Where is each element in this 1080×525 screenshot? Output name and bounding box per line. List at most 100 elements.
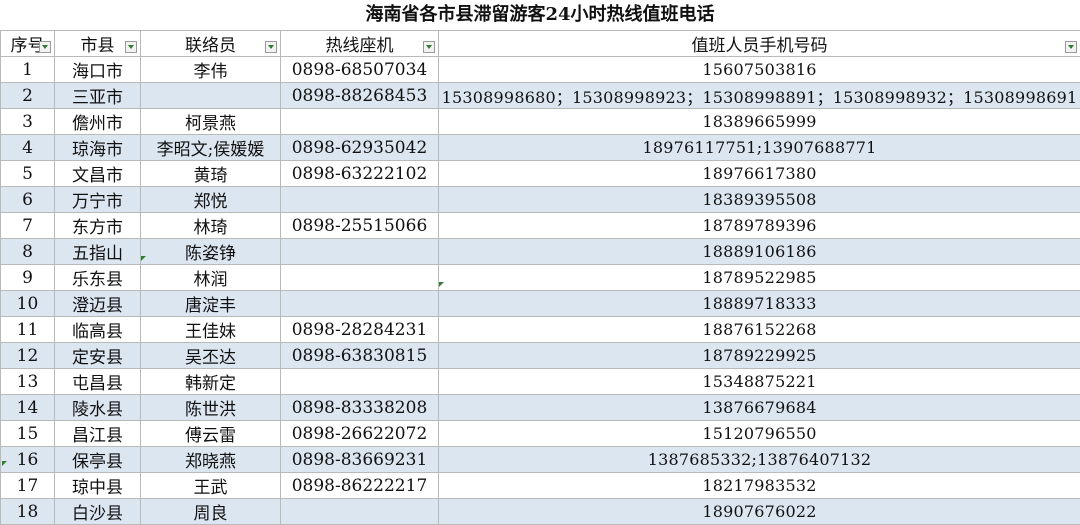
cell-city[interactable]: 白沙县	[55, 499, 141, 525]
cell-landline[interactable]	[281, 291, 439, 317]
cell-city[interactable]: 儋州市	[55, 109, 141, 135]
cell-city[interactable]: 临高县	[55, 317, 141, 343]
cell-no[interactable]: 9	[1, 265, 55, 291]
cell-contact[interactable]: 李伟	[141, 57, 281, 83]
cell-contact[interactable]: 王佳妹	[141, 317, 281, 343]
cell-city[interactable]: 琼中县	[55, 473, 141, 499]
cell-no[interactable]: 17	[1, 473, 55, 499]
cell-no[interactable]: 18	[1, 499, 55, 525]
cell-no[interactable]: 8	[1, 239, 55, 265]
filter-dropdown-icon[interactable]	[423, 41, 435, 53]
filter-dropdown-icon[interactable]	[1065, 41, 1077, 53]
cell-contact[interactable]: 王武	[141, 473, 281, 499]
filter-dropdown-icon[interactable]	[125, 41, 137, 53]
cell-contact[interactable]: 郑晓燕	[141, 447, 281, 473]
filter-dropdown-icon[interactable]	[265, 41, 277, 53]
cell-city[interactable]: 保亭县	[55, 447, 141, 473]
cell-no[interactable]: 4	[1, 135, 55, 161]
cell-city[interactable]: 东方市	[55, 213, 141, 239]
cell-contact[interactable]: 陈姿铮	[141, 239, 281, 265]
cell-city[interactable]: 澄迈县	[55, 291, 141, 317]
cell-landline[interactable]	[281, 369, 439, 395]
header-cell-no[interactable]: 序号	[1, 31, 55, 57]
cell-landline[interactable]: 0898-26622072	[281, 421, 439, 447]
cell-mobile[interactable]: 18789229925	[439, 343, 1080, 369]
header-cell-contact[interactable]: 联络员	[141, 31, 281, 57]
cell-contact[interactable]: 吴丕达	[141, 343, 281, 369]
cell-mobile[interactable]: 18389395508	[439, 187, 1080, 213]
cell-city[interactable]: 文昌市	[55, 161, 141, 187]
cell-mobile[interactable]: 18976617380	[439, 161, 1080, 187]
cell-contact[interactable]: 李昭文;侯媛媛	[141, 135, 281, 161]
cell-mobile[interactable]: 13876679684	[439, 395, 1080, 421]
cell-landline[interactable]	[281, 109, 439, 135]
cell-mobile[interactable]: 15308998680；15308998923；15308998891；1530…	[439, 83, 1080, 109]
cell-no[interactable]: 6	[1, 187, 55, 213]
cell-contact[interactable]: 郑悦	[141, 187, 281, 213]
header-cell-mobile[interactable]: 值班人员手机号码	[439, 31, 1080, 57]
cell-landline[interactable]: 0898-88268453	[281, 83, 439, 109]
cell-city[interactable]: 屯昌县	[55, 369, 141, 395]
filter-dropdown-icon[interactable]	[39, 41, 51, 53]
cell-mobile[interactable]: 18907676022	[439, 499, 1080, 525]
cell-mobile[interactable]: 18789789396	[439, 213, 1080, 239]
cell-contact[interactable]: 陈世洪	[141, 395, 281, 421]
cell-landline[interactable]	[281, 499, 439, 525]
cell-contact[interactable]: 韩新定	[141, 369, 281, 395]
cell-mobile[interactable]: 15607503816	[439, 57, 1080, 83]
cell-landline[interactable]: 0898-83669231	[281, 447, 439, 473]
cell-landline[interactable]: 0898-68507034	[281, 57, 439, 83]
cell-no[interactable]: 12	[1, 343, 55, 369]
cell-contact[interactable]: 林润	[141, 265, 281, 291]
cell-contact[interactable]: 柯景燕	[141, 109, 281, 135]
header-cell-city[interactable]: 市县	[55, 31, 141, 57]
cell-city[interactable]: 五指山	[55, 239, 141, 265]
cell-landline[interactable]: 0898-62935042	[281, 135, 439, 161]
cell-landline[interactable]: 0898-86222217	[281, 473, 439, 499]
cell-landline[interactable]: 0898-63222102	[281, 161, 439, 187]
cell-mobile[interactable]: 18789522985	[439, 265, 1080, 291]
cell-city[interactable]: 陵水县	[55, 395, 141, 421]
cell-landline[interactable]	[281, 239, 439, 265]
cell-mobile[interactable]: 18976117751;13907688771	[439, 135, 1080, 161]
cell-city[interactable]: 万宁市	[55, 187, 141, 213]
cell-mobile[interactable]: 18389665999	[439, 109, 1080, 135]
cell-landline[interactable]	[281, 265, 439, 291]
cell-city[interactable]: 乐东县	[55, 265, 141, 291]
cell-no[interactable]: 14	[1, 395, 55, 421]
cell-city[interactable]: 三亚市	[55, 83, 141, 109]
cell-landline[interactable]: 0898-63830815	[281, 343, 439, 369]
cell-landline[interactable]: 0898-25515066	[281, 213, 439, 239]
cell-contact[interactable]: 林琦	[141, 213, 281, 239]
cell-city[interactable]: 琼海市	[55, 135, 141, 161]
cell-mobile[interactable]: 18876152268	[439, 317, 1080, 343]
cell-no[interactable]: 2	[1, 83, 55, 109]
cell-no[interactable]: 16	[1, 447, 55, 473]
cell-contact[interactable]: 唐淀丰	[141, 291, 281, 317]
cell-mobile[interactable]: 18889718333	[439, 291, 1080, 317]
cell-mobile[interactable]: 18217983532	[439, 473, 1080, 499]
cell-landline[interactable]	[281, 187, 439, 213]
cell-no[interactable]: 5	[1, 161, 55, 187]
cell-no[interactable]: 15	[1, 421, 55, 447]
cell-city[interactable]: 定安县	[55, 343, 141, 369]
cell-no[interactable]: 10	[1, 291, 55, 317]
header-cell-landline[interactable]: 热线座机	[281, 31, 439, 57]
cell-city[interactable]: 海口市	[55, 57, 141, 83]
cell-mobile[interactable]: 1387685332;13876407132	[439, 447, 1080, 473]
cell-landline[interactable]: 0898-83338208	[281, 395, 439, 421]
sheet-title[interactable]: 海南省各市县滞留游客24小时热线值班电话	[0, 0, 1080, 31]
cell-no[interactable]: 7	[1, 213, 55, 239]
cell-contact[interactable]: 周良	[141, 499, 281, 525]
cell-landline[interactable]: 0898-28284231	[281, 317, 439, 343]
cell-no[interactable]: 3	[1, 109, 55, 135]
cell-no[interactable]: 1	[1, 57, 55, 83]
cell-mobile[interactable]: 15120796550	[439, 421, 1080, 447]
cell-mobile[interactable]: 15348875221	[439, 369, 1080, 395]
cell-contact[interactable]	[141, 83, 281, 109]
cell-contact[interactable]: 傅云雷	[141, 421, 281, 447]
cell-no[interactable]: 11	[1, 317, 55, 343]
cell-city[interactable]: 昌江县	[55, 421, 141, 447]
cell-mobile[interactable]: 18889106186	[439, 239, 1080, 265]
cell-no[interactable]: 13	[1, 369, 55, 395]
